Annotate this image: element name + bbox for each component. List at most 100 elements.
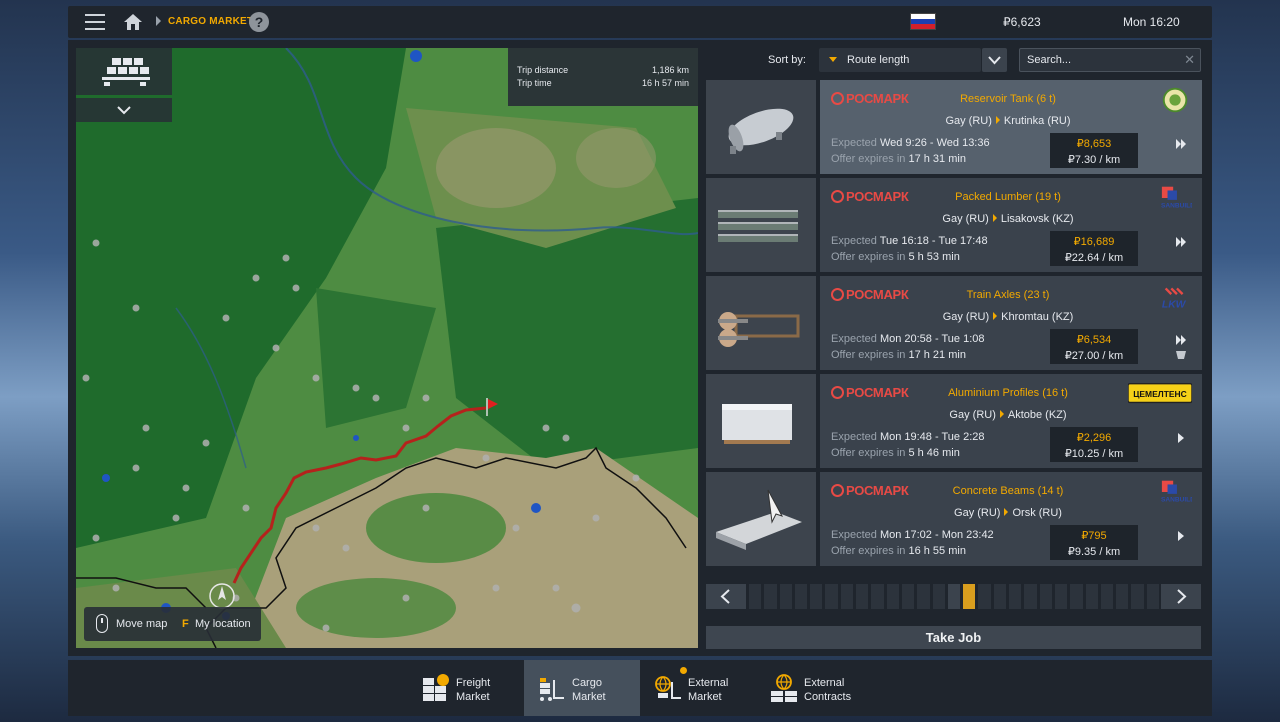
offer-expiry: Offer expires in 17 h 21 min <box>831 349 966 361</box>
page-dot[interactable] <box>1146 584 1160 609</box>
cargo-market-icon <box>540 678 564 701</box>
page-dot[interactable] <box>764 584 777 609</box>
sort-select[interactable]: Route length <box>819 48 981 72</box>
page-dot[interactable] <box>917 584 930 609</box>
page-dot[interactable] <box>1024 584 1037 609</box>
arrow-right-icon[interactable] <box>1174 529 1188 543</box>
page-dot[interactable] <box>993 584 1007 609</box>
job-offer-row[interactable]: РОСМАРК Aluminium Profiles (16 t) ЦЕМЕЛТ… <box>706 374 1202 468</box>
page-dot[interactable] <box>749 584 762 609</box>
page-indicator <box>749 584 1160 609</box>
chevron-down-icon <box>988 56 1001 65</box>
tab-cargo-market[interactable]: Cargo Market <box>524 660 640 716</box>
help-icon[interactable]: ? <box>249 12 269 32</box>
tab-freight-market[interactable]: Freight Market <box>408 660 524 716</box>
page-dot[interactable] <box>810 584 823 609</box>
route-arrow-icon <box>993 312 998 320</box>
job-offer-row[interactable]: РОСМАРК Concrete Beams (14 t) SANBUILDER… <box>706 472 1202 566</box>
page-dot[interactable] <box>871 584 884 609</box>
job-offer-row[interactable]: РОСМАРК Reservoir Tank (6 t) Gay (RU) Kru… <box>706 80 1202 174</box>
map-layer-button[interactable] <box>76 48 172 95</box>
job-price: ₽16,689 ₽22.64 / km <box>1050 231 1138 266</box>
double-arrow-right-icon[interactable] <box>1174 137 1188 151</box>
job-card[interactable]: РОСМАРК Train Axles (23 t) LKW Gay (RU) K… <box>820 276 1202 370</box>
expected-delivery: Expected Wed 9:26 - Wed 13:36 <box>831 137 990 149</box>
cargo-image <box>706 472 816 566</box>
route-map[interactable]: Trip distance 1,186 km Trip time 16 h 57… <box>76 48 698 648</box>
page-dot[interactable] <box>1054 584 1068 609</box>
chevron-right-icon <box>1177 589 1187 604</box>
page-dot[interactable] <box>886 584 899 609</box>
arrow-right-icon[interactable] <box>1174 431 1188 445</box>
route-to: Lisakovsk (KZ) <box>1000 213 1074 225</box>
hint-key-f: F <box>182 618 189 630</box>
cargo-image <box>706 80 816 174</box>
page-dot[interactable] <box>1116 584 1129 609</box>
next-page-button[interactable] <box>1161 584 1201 609</box>
page-dot[interactable] <box>978 584 991 609</box>
tab-cargo-line2: Market <box>572 691 606 703</box>
external-market-icon <box>655 676 681 699</box>
menu-icon[interactable] <box>85 14 105 30</box>
search-input[interactable] <box>1020 49 1180 71</box>
page-dot[interactable] <box>947 584 961 609</box>
tab-external-line1: External <box>688 677 729 689</box>
page-dot[interactable] <box>1085 584 1098 609</box>
job-rate: ₽27.00 / km <box>1064 350 1124 362</box>
double-arrow-right-icon[interactable] <box>1174 235 1188 249</box>
clear-search-icon[interactable]: ✕ <box>1184 52 1195 68</box>
tab-external-market[interactable]: External Market <box>640 660 756 716</box>
route-to: Orsk (RU) <box>1012 507 1062 519</box>
page-dot[interactable] <box>856 584 869 609</box>
job-price: ₽795 ₽9.35 / km <box>1050 525 1138 560</box>
external-contracts-icon <box>771 674 797 702</box>
page-dot[interactable] <box>1039 584 1052 609</box>
offer-expiry: Offer expires in 5 h 46 min <box>831 447 960 459</box>
svg-text:ЦЕМЕЛТЕНС: ЦЕМЕЛТЕНС <box>1133 389 1187 399</box>
sort-dropdown-button[interactable] <box>982 48 1007 72</box>
job-card[interactable]: РОСМАРК Aluminium Profiles (16 t) ЦЕМЕЛТ… <box>820 374 1202 468</box>
cargo-image <box>706 178 816 272</box>
job-card[interactable]: РОСМАРК Concrete Beams (14 t) SANBUILDER… <box>820 472 1202 566</box>
page-dot[interactable] <box>1100 584 1114 609</box>
page-dot[interactable] <box>840 584 854 609</box>
game-clock: Mon 16:20 <box>1123 15 1180 29</box>
take-job-button[interactable]: Take Job <box>706 626 1201 649</box>
page-dot[interactable] <box>963 584 976 609</box>
cargo-image <box>706 276 816 370</box>
route-from: Gay (RU) <box>949 409 996 421</box>
sort-caret-icon <box>829 57 837 62</box>
job-payout: ₽16,689 <box>1073 236 1115 248</box>
route-to: Aktobe (KZ) <box>1007 409 1067 421</box>
double-arrow-right-icon[interactable] <box>1174 333 1188 347</box>
page-dot[interactable] <box>1070 584 1083 609</box>
job-offer-row[interactable]: РОСМАРК Packed Lumber (19 t) SANBUILDERS… <box>706 178 1202 272</box>
client-logo: SANBUILDERS <box>1161 480 1192 503</box>
job-card[interactable]: РОСМАРК Reservoir Tank (6 t) Gay (RU) Kru… <box>820 80 1202 174</box>
sort-label: Sort by: <box>768 54 806 66</box>
page-dot[interactable] <box>825 584 838 609</box>
expected-delivery: Expected Mon 19:48 - Tue 2:28 <box>831 431 985 443</box>
page-dot[interactable] <box>1009 584 1022 609</box>
client-logo: ЦЕМЕЛТЕНС <box>1128 382 1192 404</box>
route-arrow-icon <box>1004 508 1009 516</box>
hint-my-location[interactable]: My location <box>195 618 251 630</box>
job-card[interactable]: РОСМАРК Packed Lumber (19 t) SANBUILDERS… <box>820 178 1202 272</box>
home-icon[interactable] <box>123 13 143 31</box>
map-controls-hint: Move map F My location <box>84 607 261 641</box>
tab-external-contracts[interactable]: External Contracts <box>756 660 872 716</box>
page-dot[interactable] <box>794 584 808 609</box>
page-dot[interactable] <box>901 584 915 609</box>
route-from: Gay (RU) <box>954 507 1001 519</box>
job-offer-row[interactable]: РОСМАРК Train Axles (23 t) LKW Gay (RU) K… <box>706 276 1202 370</box>
previous-page-button[interactable] <box>706 584 746 609</box>
cargo-crates-icon <box>102 58 150 86</box>
page-dot[interactable] <box>779 584 792 609</box>
svg-text:SANBUILDERS: SANBUILDERS <box>1161 496 1192 503</box>
job-route: Gay (RU) Aktobe (KZ) <box>820 409 1202 421</box>
page-dot[interactable] <box>932 584 945 609</box>
search-box: ✕ <box>1019 48 1201 72</box>
job-rate: ₽22.64 / km <box>1064 252 1124 264</box>
layer-expand-toggle[interactable] <box>76 98 172 122</box>
page-dot[interactable] <box>1131 584 1144 609</box>
